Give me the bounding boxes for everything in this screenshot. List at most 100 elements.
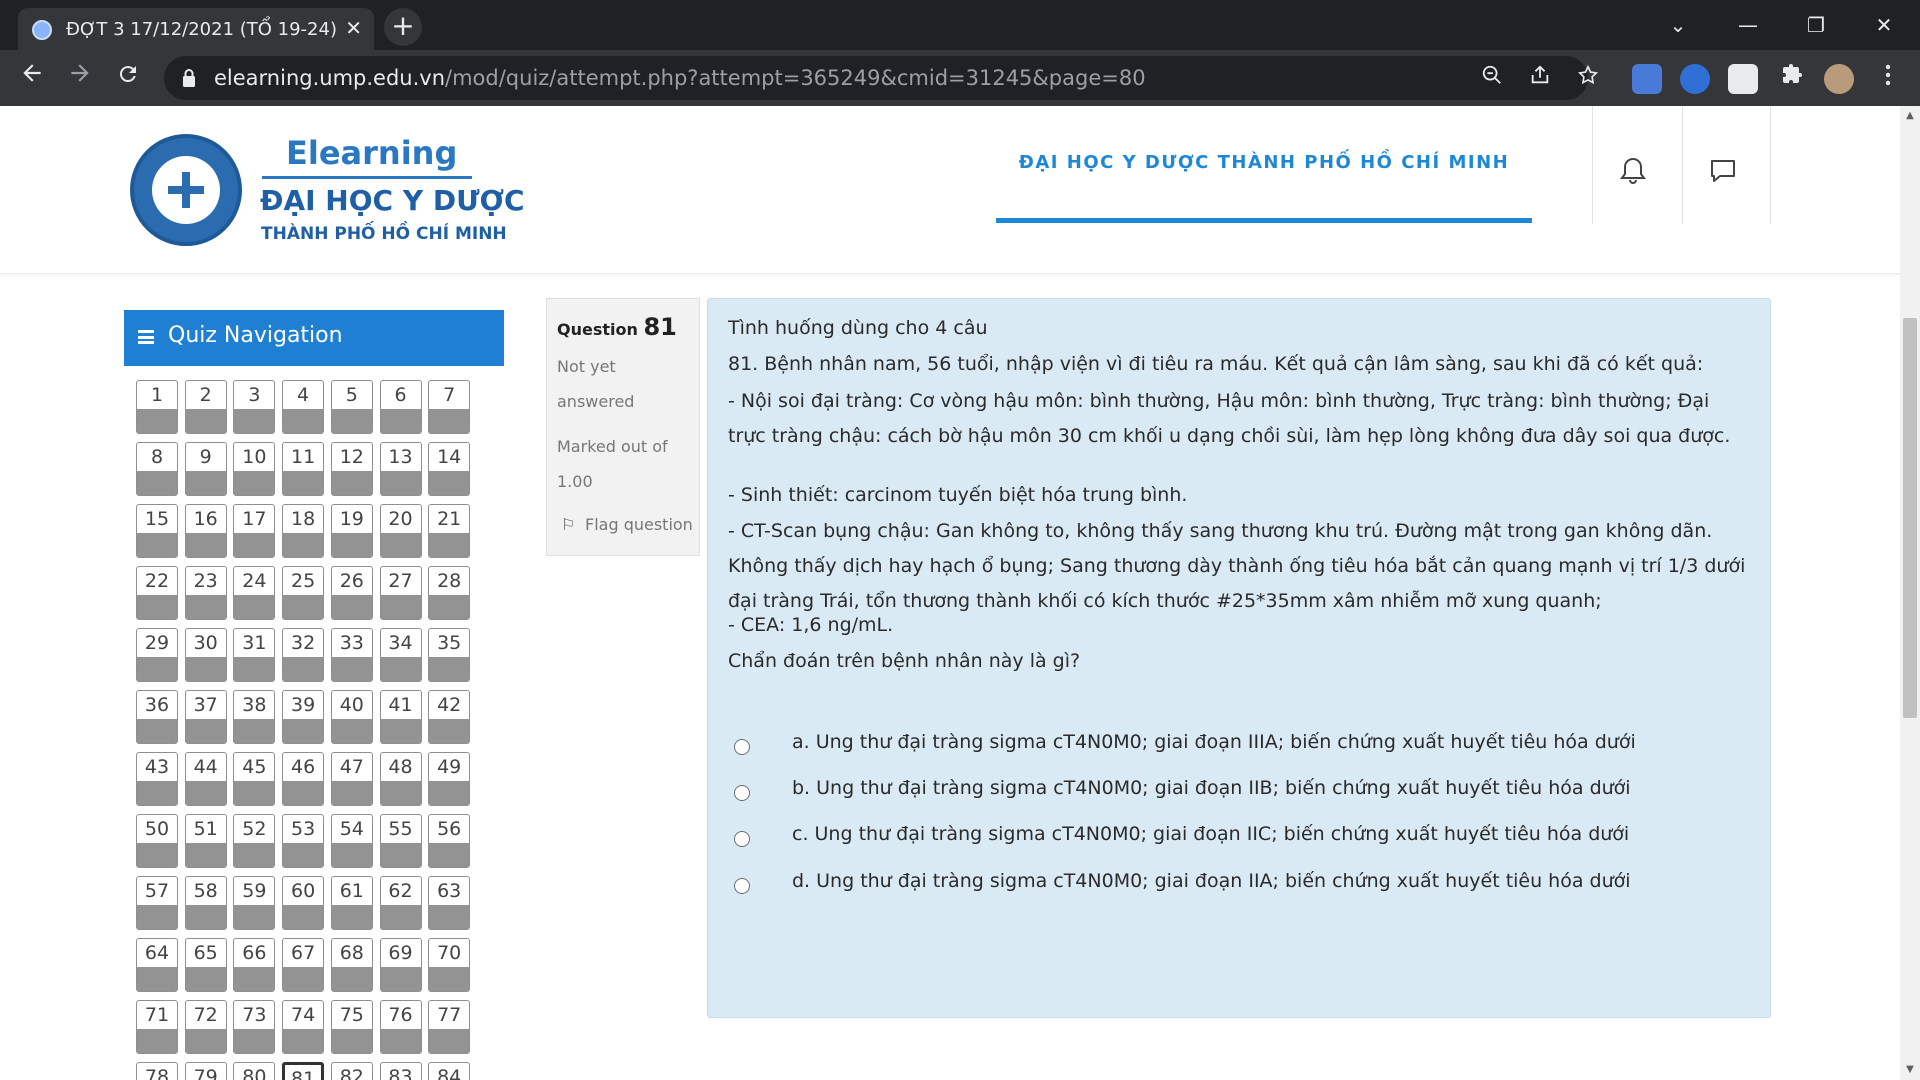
quiz-nav-button[interactable]: 83 (379, 1062, 422, 1080)
quiz-navigation-header[interactable]: Quiz Navigation (124, 310, 504, 366)
quiz-nav-button[interactable]: 3 (233, 380, 276, 434)
quiz-nav-button[interactable]: 23 (184, 566, 227, 620)
quiz-nav-button[interactable]: 34 (379, 628, 422, 682)
quiz-nav-button[interactable]: 59 (233, 876, 276, 930)
quiz-nav-button[interactable]: 11 (282, 442, 325, 496)
minimize-button[interactable]: — (1718, 8, 1778, 42)
quiz-nav-button[interactable]: 6 (379, 380, 422, 434)
quiz-nav-button[interactable]: 68 (330, 938, 373, 992)
answer-radio[interactable] (734, 831, 750, 847)
answer-radio[interactable] (734, 739, 750, 755)
bookmark-star-icon[interactable] (1574, 64, 1602, 92)
quiz-nav-button[interactable]: 16 (184, 504, 227, 558)
quiz-nav-button[interactable]: 64 (136, 938, 178, 992)
translate-extension-icon[interactable] (1632, 64, 1662, 94)
quiz-nav-button[interactable]: 40 (330, 690, 373, 744)
quiz-nav-button[interactable]: 5 (330, 380, 373, 434)
quiz-nav-button[interactable]: 14 (428, 442, 471, 496)
close-tab-icon[interactable]: ✕ (345, 16, 362, 40)
quiz-nav-button[interactable]: 75 (330, 1000, 373, 1054)
quiz-nav-button[interactable]: 69 (379, 938, 422, 992)
quiz-nav-button[interactable]: 28 (428, 566, 471, 620)
scrollbar-thumb[interactable] (1903, 318, 1917, 718)
notification-bell-icon[interactable] (1608, 146, 1658, 196)
share-icon[interactable] (1526, 64, 1554, 92)
answer-option-b[interactable]: b. Ung thư đại tràng sigma cT4N0M0; giai… (734, 775, 1744, 811)
message-chat-icon[interactable] (1698, 146, 1748, 196)
quiz-nav-button[interactable]: 49 (428, 752, 471, 806)
quiz-nav-button[interactable]: 51 (184, 814, 227, 868)
scroll-up-arrow-icon[interactable]: ▲ (1904, 110, 1916, 121)
quiz-nav-button[interactable]: 30 (184, 628, 227, 682)
answer-radio[interactable] (734, 878, 750, 894)
quiz-nav-button[interactable]: 1 (136, 380, 178, 434)
quiz-nav-button[interactable]: 13 (379, 442, 422, 496)
quiz-nav-button[interactable]: 61 (330, 876, 373, 930)
answer-radio[interactable] (734, 785, 750, 801)
quiz-nav-button[interactable]: 35 (428, 628, 471, 682)
window-close-button[interactable]: ✕ (1854, 8, 1914, 42)
quiz-nav-button[interactable]: 4 (282, 380, 325, 434)
quiz-nav-button[interactable]: 15 (136, 504, 178, 558)
answer-label[interactable]: d. Ung thư đại tràng sigma cT4N0M0; giai… (792, 870, 1631, 892)
flag-question-button[interactable]: ⚐ Flag question (561, 515, 693, 534)
quiz-nav-button[interactable]: 57 (136, 876, 178, 930)
quiz-nav-button[interactable]: 76 (379, 1000, 422, 1054)
clock-extension-icon[interactable] (1680, 64, 1710, 94)
quiz-nav-button[interactable]: 55 (379, 814, 422, 868)
quiz-nav-button[interactable]: 17 (233, 504, 276, 558)
quiz-nav-button[interactable]: 9 (184, 442, 227, 496)
quiz-nav-button[interactable]: 79 (184, 1062, 227, 1080)
quiz-nav-button[interactable]: 81 (282, 1062, 325, 1080)
quiz-nav-button[interactable]: 25 (282, 566, 325, 620)
quiz-nav-button[interactable]: 58 (184, 876, 227, 930)
quiz-nav-button[interactable]: 50 (136, 814, 178, 868)
quiz-nav-button[interactable]: 20 (379, 504, 422, 558)
browser-tab[interactable]: ĐỢT 3 17/12/2021 (TỔ 19-24) ✕ (18, 8, 374, 50)
quiz-nav-button[interactable]: 62 (379, 876, 422, 930)
quiz-nav-button[interactable]: 8 (136, 442, 178, 496)
quiz-nav-button[interactable]: 53 (282, 814, 325, 868)
quiz-nav-button[interactable]: 45 (233, 752, 276, 806)
quiz-nav-button[interactable]: 38 (233, 690, 276, 744)
quiz-nav-button[interactable]: 7 (428, 380, 471, 434)
university-nav-link[interactable]: ĐẠI HỌC Y DƯỢC THÀNH PHỐ HỒ CHÍ MINH (996, 152, 1532, 173)
quiz-nav-button[interactable]: 82 (330, 1062, 373, 1080)
answer-option-d[interactable]: d. Ung thư đại tràng sigma cT4N0M0; giai… (734, 868, 1744, 904)
forward-icon[interactable] (62, 60, 98, 96)
university-logo[interactable] (130, 134, 242, 246)
zoom-icon[interactable] (1478, 64, 1506, 92)
quiz-nav-button[interactable]: 10 (233, 442, 276, 496)
new-tab-button[interactable]: + (384, 8, 422, 46)
answer-label[interactable]: b. Ung thư đại tràng sigma cT4N0M0; giai… (792, 777, 1631, 799)
back-icon[interactable] (14, 60, 50, 96)
tab-search-icon[interactable]: ⌄ (1648, 8, 1708, 42)
scroll-down-arrow-icon[interactable]: ▼ (1904, 1064, 1916, 1075)
editor-extension-icon[interactable] (1728, 64, 1758, 94)
quiz-nav-button[interactable]: 70 (428, 938, 471, 992)
quiz-nav-button[interactable]: 67 (282, 938, 325, 992)
quiz-nav-button[interactable]: 84 (428, 1062, 471, 1080)
quiz-nav-button[interactable]: 42 (428, 690, 471, 744)
quiz-nav-button[interactable]: 74 (282, 1000, 325, 1054)
quiz-nav-button[interactable]: 80 (233, 1062, 276, 1080)
page-scrollbar[interactable]: ▲ ▼ (1900, 106, 1920, 1080)
quiz-nav-button[interactable]: 31 (233, 628, 276, 682)
address-bar[interactable]: elearning.ump.edu.vn/mod/quiz/attempt.ph… (164, 56, 1599, 100)
answer-label[interactable]: c. Ung thư đại tràng sigma cT4N0M0; giai… (792, 823, 1629, 845)
answer-label[interactable]: a. Ung thư đại tràng sigma cT4N0M0; giai… (792, 731, 1636, 753)
quiz-nav-button[interactable]: 63 (428, 876, 471, 930)
quiz-nav-button[interactable]: 29 (136, 628, 178, 682)
quiz-nav-button[interactable]: 73 (233, 1000, 276, 1054)
quiz-nav-button[interactable]: 54 (330, 814, 373, 868)
quiz-nav-button[interactable]: 21 (428, 504, 471, 558)
quiz-nav-button[interactable]: 2 (184, 380, 227, 434)
quiz-nav-button[interactable]: 32 (282, 628, 325, 682)
quiz-nav-button[interactable]: 71 (136, 1000, 178, 1054)
profile-avatar[interactable] (1824, 64, 1854, 94)
quiz-nav-button[interactable]: 72 (184, 1000, 227, 1054)
quiz-nav-button[interactable]: 18 (282, 504, 325, 558)
extensions-puzzle-icon[interactable] (1774, 60, 1810, 96)
quiz-nav-button[interactable]: 33 (330, 628, 373, 682)
quiz-nav-button[interactable]: 24 (233, 566, 276, 620)
